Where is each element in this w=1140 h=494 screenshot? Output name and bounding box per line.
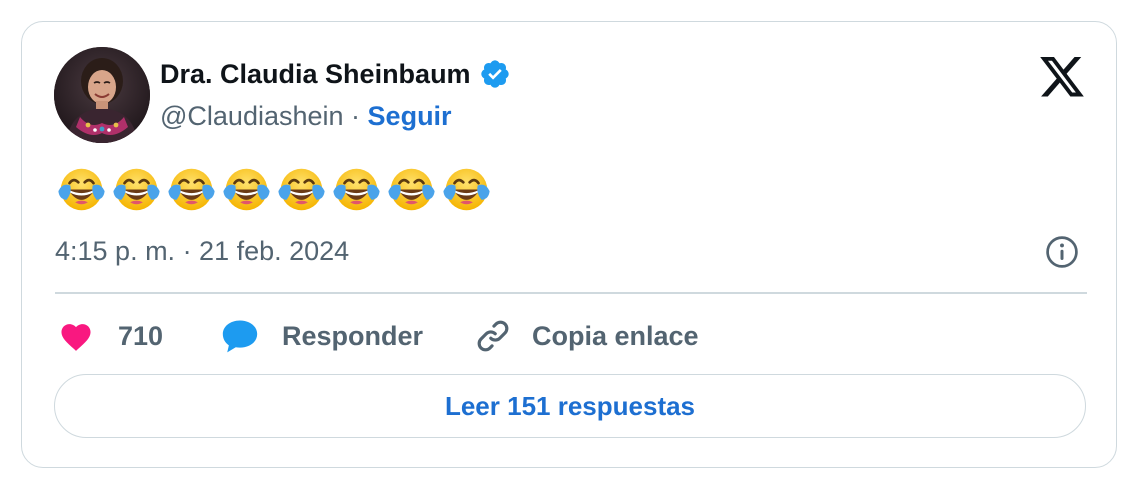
- reply-label: Responder: [282, 320, 424, 351]
- avatar[interactable]: [54, 47, 150, 143]
- face-with-tears-of-joy-icon: [333, 168, 380, 211]
- x-logo-icon[interactable]: [1039, 57, 1085, 97]
- read-replies-button[interactable]: Leer 151 respuestas: [54, 374, 1086, 438]
- tweet-timestamp[interactable]: 4:15 p. m. · 21 feb. 2024: [55, 235, 349, 267]
- author-name[interactable]: Dra. Claudia Sheinbaum: [160, 58, 471, 90]
- heart-icon: [61, 324, 91, 351]
- like-count: 710: [118, 320, 164, 351]
- tweet-text: [56, 164, 492, 215]
- face-with-tears-of-joy-icon: [278, 168, 325, 211]
- tweet-card: Dra. Claudia Sheinbaum @Claudiashein · S…: [21, 21, 1117, 468]
- handle-separator: ·: [351, 101, 361, 131]
- face-with-tears-of-joy-icon: [58, 168, 105, 211]
- link-icon: [477, 320, 509, 352]
- face-with-tears-of-joy-icon: [223, 168, 270, 211]
- speech-bubble-icon: [222, 320, 258, 353]
- copy-link-label: Copia enlace: [532, 320, 699, 351]
- info-icon[interactable]: [1044, 234, 1080, 270]
- like-button[interactable]: 710: [58, 316, 163, 356]
- divider: [55, 292, 1087, 294]
- face-with-tears-of-joy-icon: [443, 168, 490, 211]
- follow-button[interactable]: Seguir: [368, 101, 452, 131]
- face-with-tears-of-joy-icon: [113, 168, 160, 211]
- author-name-row[interactable]: Dra. Claudia Sheinbaum: [160, 58, 511, 90]
- face-with-tears-of-joy-icon: [168, 168, 215, 211]
- avatar-photo: [54, 47, 150, 143]
- handle-row: @Claudiashein · Seguir: [160, 100, 452, 132]
- author-handle[interactable]: @Claudiashein: [160, 101, 344, 131]
- verified-badge-icon: [480, 60, 509, 88]
- reply-button[interactable]: Responder: [220, 316, 423, 356]
- face-with-tears-of-joy-icon: [388, 168, 435, 211]
- copy-link-button[interactable]: Copia enlace: [474, 316, 699, 356]
